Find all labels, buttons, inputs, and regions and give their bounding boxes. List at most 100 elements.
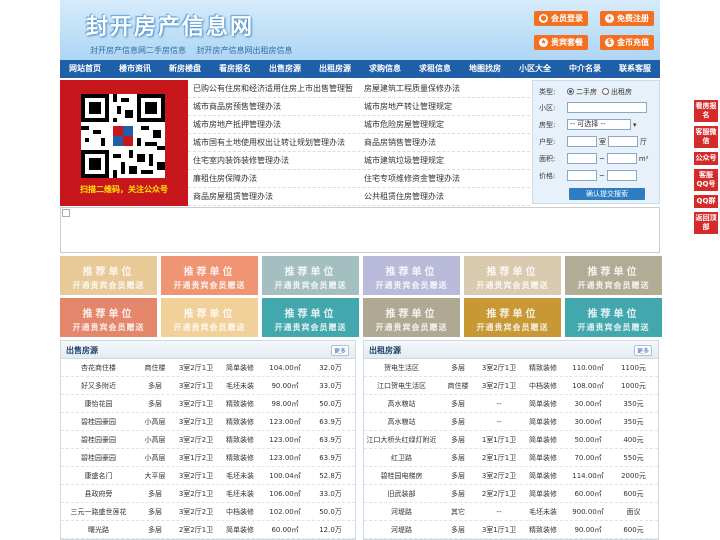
policy-link[interactable]: 住宅室内装饰装修管理办法 <box>188 152 359 169</box>
nav-item[interactable]: 小区大全 <box>510 60 560 78</box>
listing-cell[interactable]: 杏花商住楼 <box>61 359 136 376</box>
recommend-tile[interactable]: 推荐单位 开通贵宾会员赠送 <box>565 256 662 295</box>
side-float-button[interactable]: 返回顶部 <box>694 212 718 234</box>
nav-item[interactable]: 楼市资讯 <box>110 60 160 78</box>
housetype-select[interactable]: -- 可选择 -- <box>567 119 631 130</box>
listing-cell[interactable]: 曙光路 <box>61 521 136 538</box>
listing-row[interactable]: 江口贺电生活区 商住楼 3室2厅1卫 中档装修 108.00㎡ 1000元 <box>364 377 658 395</box>
ad-banner[interactable] <box>60 207 660 253</box>
hall-select[interactable] <box>608 136 638 147</box>
recommend-tile[interactable]: 推荐单位 开通贵宾会员赠送 <box>363 256 460 295</box>
listing-row[interactable]: 县政府旁 多层 3室2厅1卫 毛坯未装 106.00㎡ 33.0万 <box>61 485 355 503</box>
policy-link[interactable]: 商品房屋租赁管理办法 <box>188 188 359 205</box>
listing-row[interactable]: 碧桂园豪园 小高层 3室1厅2卫 精致装修 123.00㎡ 63.9万 <box>61 449 355 467</box>
recommend-tile[interactable]: 推荐单位 开通贵宾会员赠送 <box>60 256 157 295</box>
area-min-input[interactable] <box>567 153 597 164</box>
listing-cell[interactable]: 高水粮站 <box>364 395 439 412</box>
policy-link[interactable]: 廉租住房保障办法 <box>188 170 359 187</box>
register-button[interactable]: + 免费注册 <box>600 11 654 26</box>
recommend-tile[interactable]: 推荐单位 开通贵宾会员赠送 <box>464 298 561 337</box>
listing-row[interactable]: 高水粮站 多层 -- 简单装修 30.00㎡ 350元 <box>364 413 658 431</box>
listing-cell[interactable]: 红卫路 <box>364 449 439 466</box>
nav-item[interactable]: 网站首页 <box>60 60 110 78</box>
listing-row[interactable]: 康盛名门 大平层 3室2厅1卫 毛坯未装 100.04㎡ 52.8万 <box>61 467 355 485</box>
listing-cell[interactable]: 康怡花园 <box>61 395 136 412</box>
policy-link[interactable]: 城市危险房屋管理规定 <box>359 116 530 133</box>
site-title[interactable]: 封开房产信息网 <box>86 9 254 41</box>
nav-item[interactable]: 求租信息 <box>410 60 460 78</box>
listing-row[interactable]: 好又多附近 多层 3室2厅1卫 毛坯未装 90.00㎡ 33.0万 <box>61 377 355 395</box>
login-button[interactable]: ● 会员登录 <box>534 11 588 26</box>
community-input[interactable] <box>567 102 647 113</box>
nav-item[interactable]: 中介名录 <box>560 60 610 78</box>
listing-row[interactable]: 三元一路盛世莲花 多层 3室2厅2卫 中档装修 102.00㎡ 50.0万 <box>61 503 355 521</box>
recommend-tile[interactable]: 推荐单位 开通贵宾会员赠送 <box>161 298 258 337</box>
vip-package-button[interactable]: ★ 贵宾套餐 <box>534 35 588 50</box>
listing-cell[interactable]: 高水粮站 <box>364 413 439 430</box>
policy-link[interactable]: 商品房销售管理办法 <box>359 134 530 151</box>
area-max-input[interactable] <box>606 153 637 164</box>
nav-item[interactable]: 出售房源 <box>260 60 310 78</box>
recommend-tile[interactable]: 推荐单位 开通贵宾会员赠送 <box>363 298 460 337</box>
policy-link[interactable]: 城市国有土地使用权出让转让规划管理办法 <box>188 134 359 151</box>
listing-row[interactable]: 碧桂园豪园 小高层 3室2厅2卫 精致装修 123.00㎡ 63.9万 <box>61 431 355 449</box>
nav-item[interactable]: 看房报名 <box>210 60 260 78</box>
radio-secondhand[interactable]: 二手房 <box>567 87 597 97</box>
policy-link[interactable]: 城市商品房预售管理办法 <box>188 98 359 115</box>
side-float-button[interactable]: 看房报名 <box>694 100 718 122</box>
coin-recharge-button[interactable]: $ 金币充值 <box>600 35 654 50</box>
sale-more-link[interactable]: 更多 <box>330 345 349 356</box>
side-float-button[interactable]: QQ群 <box>694 195 718 208</box>
search-submit-button[interactable]: 确认提交搜索 <box>569 188 645 200</box>
recommend-tile[interactable]: 推荐单位 开通贵宾会员赠送 <box>464 256 561 295</box>
listing-row[interactable]: 康怡花园 多层 3室2厅1卫 精致装修 98.00㎡ 50.0万 <box>61 395 355 413</box>
policy-link[interactable]: 城市房地产转让管理规定 <box>359 98 530 115</box>
recommend-tile[interactable]: 推荐单位 开通贵宾会员赠送 <box>262 298 359 337</box>
side-float-button[interactable]: 客服微信 <box>694 126 718 148</box>
recommend-tile[interactable]: 推荐单位 开通贵宾会员赠送 <box>161 256 258 295</box>
recommend-tile[interactable]: 推荐单位 开通贵宾会员赠送 <box>60 298 157 337</box>
recommend-tile[interactable]: 推荐单位 开通贵宾会员赠送 <box>565 298 662 337</box>
listing-row[interactable]: 旧武装部 多层 2室2厅1卫 简单装修 60.00㎡ 600元 <box>364 485 658 503</box>
policy-link[interactable]: 城市房地产抵押管理办法 <box>188 116 359 133</box>
listing-row[interactable]: 红卫路 多层 2室1厅1卫 简单装修 70.00㎡ 550元 <box>364 449 658 467</box>
listing-cell[interactable]: 康盛名门 <box>61 467 136 484</box>
listing-row[interactable]: 碧桂园豪园 小高层 3室2厅1卫 精致装修 123.00㎡ 63.9万 <box>61 413 355 431</box>
side-float-button[interactable]: 客服QQ号 <box>694 169 718 191</box>
listing-cell[interactable]: 县政府旁 <box>61 485 136 502</box>
price-min-input[interactable] <box>567 170 597 181</box>
radio-rental[interactable]: 出租房 <box>602 87 632 97</box>
nav-item[interactable]: 联系客服 <box>610 60 660 78</box>
listing-cell[interactable]: 碧桂园豪园 <box>61 449 136 466</box>
listing-cell[interactable]: 贺电生活区 <box>364 359 439 376</box>
policy-link[interactable]: 房屋建筑工程质量保修办法 <box>359 80 530 97</box>
listing-cell[interactable]: 碧桂园豪园 <box>61 431 136 448</box>
listing-row[interactable]: 碧桂园电梯房 多层 3室2厅2卫 简单装修 114.00㎡ 2000元 <box>364 467 658 485</box>
listing-cell[interactable]: 三元一路盛世莲花 <box>61 503 136 520</box>
listing-cell[interactable]: 江口贺电生活区 <box>364 377 439 394</box>
listing-row[interactable]: 杏花商住楼 商住楼 3室2厅1卫 简单装修 104.00㎡ 32.0万 <box>61 359 355 377</box>
side-float-button[interactable]: 公众号 <box>694 152 718 165</box>
listing-row[interactable]: 河堤路 多层 3室1厅1卫 精致装修 90.00㎡ 600元 <box>364 521 658 539</box>
listing-cell[interactable]: 河堤路 <box>364 521 439 538</box>
policy-link[interactable]: 公共租赁住房管理办法 <box>359 188 530 205</box>
listing-row[interactable]: 曙光路 多层 2室2厅1卫 简单装修 60.00㎡ 12.0万 <box>61 521 355 539</box>
listing-cell[interactable]: 碧桂园豪园 <box>61 413 136 430</box>
policy-link[interactable]: 已购公有住房和经济适用住房上市出售管理暂 <box>188 80 359 97</box>
room-select[interactable] <box>567 136 597 147</box>
nav-item[interactable]: 求购信息 <box>360 60 410 78</box>
nav-item[interactable]: 地图找房 <box>460 60 510 78</box>
listing-cell[interactable]: 碧桂园电梯房 <box>364 467 439 484</box>
nav-item[interactable]: 新房楼盘 <box>160 60 210 78</box>
listing-cell[interactable]: 河堤路 <box>364 503 439 520</box>
listing-row[interactable]: 高水粮站 多层 -- 简单装修 30.00㎡ 350元 <box>364 395 658 413</box>
rent-more-link[interactable]: 更多 <box>633 345 652 356</box>
price-max-input[interactable] <box>606 170 637 181</box>
nav-item[interactable]: 出租房源 <box>310 60 360 78</box>
recommend-tile[interactable]: 推荐单位 开通贵宾会员赠送 <box>262 256 359 295</box>
policy-link[interactable]: 住宅专项维修资金管理办法 <box>359 170 530 187</box>
listing-cell[interactable]: 江口大桥头红绿灯附近 <box>364 431 439 448</box>
listing-row[interactable]: 河堤路 其它 -- 毛坯未装 900.00㎡ 面议 <box>364 503 658 521</box>
listing-row[interactable]: 贺电生活区 多层 3室2厅1卫 精致装修 110.00㎡ 1100元 <box>364 359 658 377</box>
listing-cell[interactable]: 好又多附近 <box>61 377 136 394</box>
